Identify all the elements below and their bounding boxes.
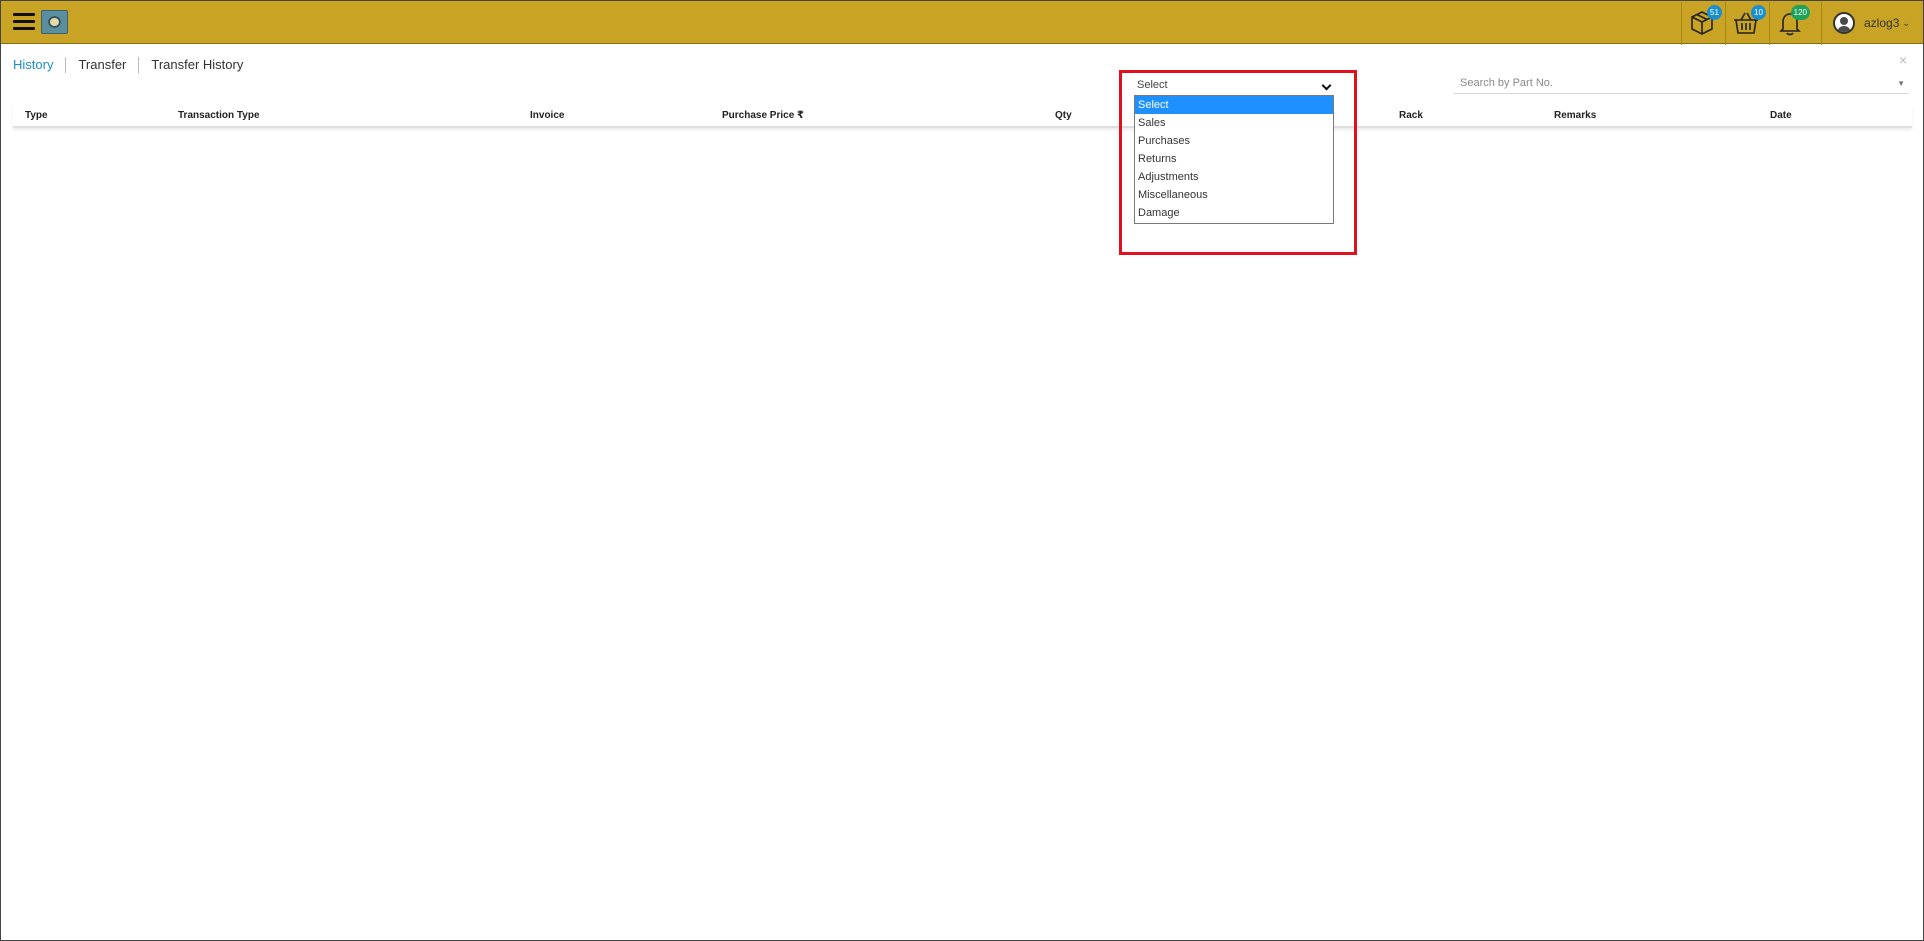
top-divider [1725, 2, 1726, 45]
option-select[interactable]: Select [1135, 96, 1333, 114]
column-header-remarks[interactable]: Remarks [1554, 110, 1596, 121]
tab-history[interactable]: History [13, 57, 65, 73]
option-purchases[interactable]: Purchases [1135, 132, 1333, 150]
top-bar: 51 10 120 azlog3 ⌄ [1, 1, 1923, 45]
search-part-input[interactable]: Search by Part No. ▼ [1454, 76, 1909, 94]
search-dropdown-icon[interactable]: ▼ [1897, 79, 1905, 88]
close-icon[interactable]: × [1899, 52, 1907, 68]
app-logo-icon[interactable] [41, 10, 68, 34]
type-select-value: Select [1137, 79, 1168, 91]
column-header-rack[interactable]: Rack [1399, 110, 1423, 121]
option-damage[interactable]: Damage [1135, 204, 1333, 222]
bell-icon[interactable]: 120 [1776, 5, 1810, 37]
column-header-purchase-price[interactable]: Purchase Price ₹ [722, 110, 804, 121]
table-header: Type Transaction Type Invoice Purchase P… [13, 104, 1912, 128]
column-header-qty[interactable]: Qty [1055, 110, 1072, 121]
column-header-date[interactable]: Date [1770, 110, 1792, 121]
basket-icon[interactable]: 10 [1732, 5, 1766, 37]
hamburger-menu-icon[interactable] [13, 13, 35, 31]
package-badge: 51 [1707, 5, 1722, 20]
tab-transfer[interactable]: Transfer [65, 57, 138, 73]
bell-badge: 120 [1790, 5, 1810, 20]
chevron-down-icon: ⌄ [1902, 17, 1910, 28]
type-select-options: Select Sales Purchases Returns Adjustmen… [1134, 95, 1334, 224]
column-header-invoice[interactable]: Invoice [530, 110, 564, 121]
option-miscellaneous[interactable]: Miscellaneous [1135, 186, 1333, 204]
search-placeholder: Search by Part No. [1460, 77, 1553, 89]
option-adjustments[interactable]: Adjustments [1135, 168, 1333, 186]
top-divider [1681, 2, 1682, 45]
chevron-down-icon [1321, 80, 1332, 91]
avatar-icon [1833, 12, 1855, 34]
column-header-type[interactable]: Type [25, 110, 48, 121]
tab-transfer-history[interactable]: Transfer History [138, 57, 255, 73]
username: azlog3 [1864, 16, 1900, 30]
package-icon[interactable]: 51 [1688, 5, 1722, 37]
top-divider [1769, 2, 1770, 45]
column-header-transaction-type[interactable]: Transaction Type [178, 110, 260, 121]
top-divider [1821, 2, 1822, 45]
user-menu[interactable]: azlog3 ⌄ [1833, 11, 1910, 35]
basket-badge: 10 [1751, 5, 1766, 20]
app-frame [0, 0, 1924, 941]
option-returns[interactable]: Returns [1135, 150, 1333, 168]
option-sales[interactable]: Sales [1135, 114, 1333, 132]
type-select[interactable]: Select [1134, 77, 1334, 95]
tab-bar: History Transfer Transfer History [13, 57, 255, 73]
